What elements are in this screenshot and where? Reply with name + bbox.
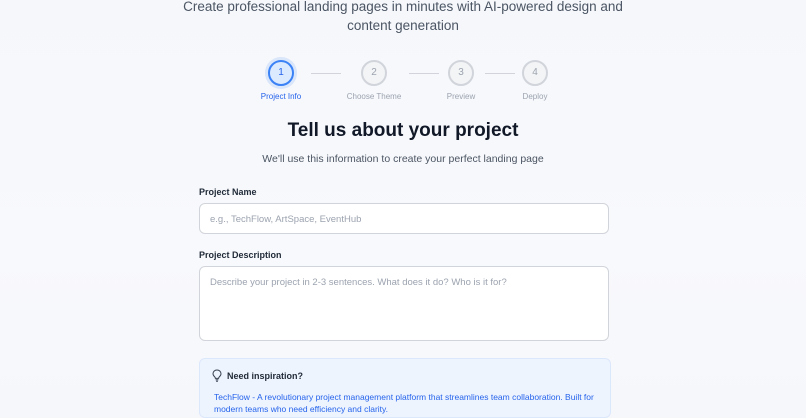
progress-stepper: 1 Project Info 2 Choose Theme 3 Preview … bbox=[0, 60, 806, 104]
step-number-badge: 4 bbox=[522, 60, 548, 86]
step-number-badge: 1 bbox=[268, 60, 294, 86]
project-name-label: Project Name bbox=[199, 187, 257, 197]
step-preview[interactable]: 3 Preview bbox=[421, 60, 501, 101]
hero-subtitle-line-1: Create professional landing pages in min… bbox=[183, 0, 623, 14]
inspiration-panel: Need inspiration? TechFlow - A revolutio… bbox=[199, 358, 611, 418]
project-description-label: Project Description bbox=[199, 250, 282, 260]
step-label: Preview bbox=[446, 92, 476, 101]
lightbulb-icon bbox=[212, 369, 222, 382]
hero-subtitle-line-2: content generation bbox=[347, 18, 459, 33]
hero-subtitle: Create professional landing pages in min… bbox=[0, 0, 806, 35]
project-description-placeholder: Describe your project in 2-3 sentences. … bbox=[210, 277, 507, 288]
step-number-badge: 3 bbox=[448, 60, 474, 86]
inspiration-heading: Need inspiration? bbox=[227, 371, 304, 381]
page-title: Tell us about your project bbox=[287, 120, 519, 141]
project-name-placeholder: e.g., TechFlow, ArtSpace, EventHub bbox=[210, 214, 362, 225]
project-description-textarea[interactable]: Describe your project in 2-3 sentences. … bbox=[199, 266, 609, 341]
step-deploy[interactable]: 4 Deploy bbox=[495, 60, 575, 101]
inspiration-heading-row: Need inspiration? bbox=[212, 369, 303, 382]
inspiration-example[interactable]: TechFlow - A revolutionary project manag… bbox=[214, 391, 599, 415]
step-choose-theme[interactable]: 2 Choose Theme bbox=[334, 60, 414, 101]
project-name-input[interactable]: e.g., TechFlow, ArtSpace, EventHub bbox=[199, 203, 609, 234]
step-label: Project Info bbox=[260, 92, 302, 101]
page-subtitle: We'll use this information to create you… bbox=[262, 153, 544, 165]
step-number-badge: 2 bbox=[361, 60, 387, 86]
step-label: Choose Theme bbox=[346, 92, 402, 101]
step-project-info[interactable]: 1 Project Info bbox=[241, 60, 321, 101]
step-label: Deploy bbox=[522, 92, 548, 101]
